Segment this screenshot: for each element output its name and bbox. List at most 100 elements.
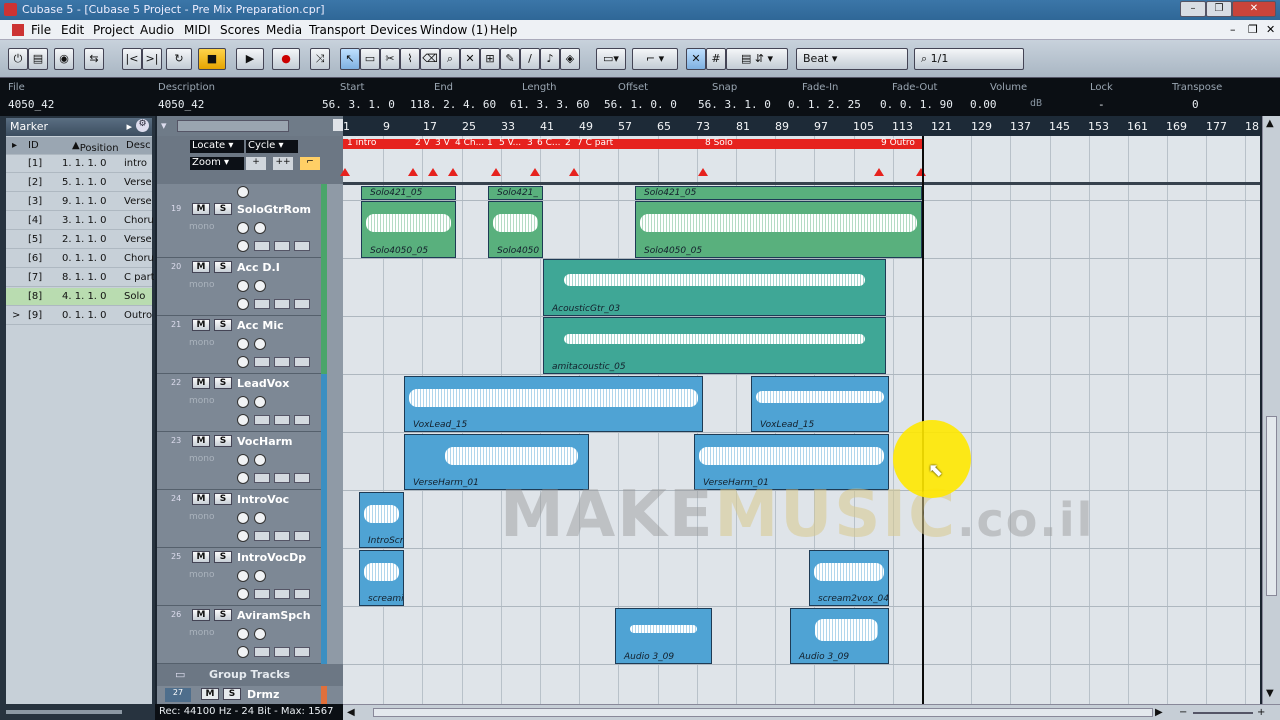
monitor-icon[interactable] — [254, 570, 266, 582]
time-warp-tool[interactable]: ⊞ — [480, 48, 500, 70]
marker-panel-menu-icon[interactable]: ⚙ — [136, 119, 149, 132]
doc-close-button[interactable]: ✕ — [1266, 23, 1275, 36]
close-button[interactable]: ✕ — [1232, 1, 1276, 17]
info-lock-value[interactable]: - — [1098, 98, 1105, 111]
menu-transport[interactable]: Transport — [309, 23, 365, 37]
split-tool[interactable]: ✂ — [380, 48, 400, 70]
menu-audio[interactable]: Audio — [140, 23, 174, 37]
edit-channel-icon[interactable] — [237, 588, 249, 600]
track-row[interactable]: 20 M S Acc D.I mono — [157, 258, 327, 316]
track-row[interactable]: 24 M S IntroVoc mono — [157, 490, 327, 548]
solo-button[interactable]: S — [214, 493, 232, 505]
cycle-button[interactable]: ↻ — [166, 48, 192, 70]
monitor-icon[interactable] — [254, 628, 266, 640]
marker-triangle[interactable] — [530, 168, 540, 176]
scroll-left-icon[interactable]: ◀ — [347, 707, 355, 718]
group-track-drmz[interactable]: 27 M S Drmz — [157, 686, 343, 704]
record-enable-icon[interactable] — [237, 280, 249, 292]
record-button[interactable]: ● — [272, 48, 300, 70]
audio-event[interactable]: amitacoustic_05 — [543, 317, 886, 374]
marker-triangle[interactable] — [874, 168, 884, 176]
marker-row[interactable]: [2] 5. 1. 1. 0 Verse — [6, 174, 152, 192]
go-to-next-marker-button[interactable]: >| — [142, 48, 162, 70]
draw-tool[interactable]: ✎ — [500, 48, 520, 70]
solo-button[interactable]: S — [223, 688, 241, 700]
audio-event[interactable]: VoxLead_15 — [751, 376, 889, 432]
marker-triangle[interactable] — [340, 168, 350, 176]
write-automation-button[interactable] — [274, 473, 290, 483]
mute-tool[interactable]: ✕ — [460, 48, 480, 70]
track-row[interactable]: 23 M S VocHarm mono — [157, 432, 327, 490]
audio-event[interactable]: Solo421_ — [488, 186, 543, 200]
track-name[interactable]: Acc D.I — [237, 261, 280, 274]
read-automation-button[interactable] — [254, 299, 270, 309]
marker-row[interactable]: [7] 8. 1. 1. 0 C part — [6, 269, 154, 287]
track-name[interactable]: AviramSpch — [237, 609, 311, 622]
track-row[interactable]: 22 M S LeadVox mono — [157, 374, 327, 432]
record-enable-icon[interactable] — [237, 454, 249, 466]
vertical-scroll-thumb[interactable] — [1266, 416, 1277, 596]
range-selection-tool[interactable]: ▭ — [360, 48, 380, 70]
lanes-button[interactable] — [294, 415, 310, 425]
menu-project[interactable]: Project — [93, 23, 134, 37]
write-automation-button[interactable] — [274, 589, 290, 599]
edit-channel-icon[interactable] — [237, 186, 249, 198]
record-enable-icon[interactable] — [237, 396, 249, 408]
doc-minimize-button[interactable]: – — [1230, 23, 1236, 36]
record-enable-icon[interactable] — [237, 338, 249, 350]
monitor-icon[interactable] — [254, 454, 266, 466]
read-automation-button[interactable] — [254, 473, 270, 483]
lanes-button[interactable] — [294, 589, 310, 599]
lanes-button[interactable] — [294, 241, 310, 251]
doc-restore-button[interactable]: ❐ — [1248, 23, 1258, 36]
marker-lock-icon[interactable]: ⌐ — [300, 157, 320, 170]
record-enable-icon[interactable] — [237, 570, 249, 582]
inspector-scrollbar[interactable] — [6, 710, 122, 714]
write-automation-button[interactable] — [274, 299, 290, 309]
vertical-scrollbar[interactable]: ▲ ▼ — [1262, 116, 1280, 704]
marker-row[interactable]: [6] 0. 1. 1. 0 Chorus — [6, 250, 154, 268]
marker-triangle[interactable] — [916, 168, 926, 176]
edit-channel-icon[interactable] — [237, 298, 249, 310]
sort-icon[interactable]: ▸ — [12, 140, 17, 151]
marker-panel-expand-icon[interactable]: ▸ — [126, 120, 132, 133]
marker-row[interactable]: [3] 9. 1. 1. 0 Verse — [6, 193, 152, 211]
audio-event[interactable]: Solo421_05 — [635, 186, 922, 200]
audio-event[interactable]: Solo4050_05 — [361, 201, 456, 258]
track-name[interactable]: LeadVox — [237, 377, 289, 390]
monitor-icon[interactable] — [254, 222, 266, 234]
menu-file[interactable]: File — [31, 23, 51, 37]
mute-button[interactable]: M — [201, 688, 219, 700]
track-name[interactable]: Acc Mic — [237, 319, 284, 332]
track-list-toggle-icon[interactable] — [333, 119, 343, 131]
add-marker-button[interactable]: + — [246, 157, 266, 170]
solo-button[interactable]: S — [214, 609, 232, 621]
scroll-right-icon[interactable]: ▶ — [1155, 707, 1163, 718]
lanes-button[interactable] — [294, 299, 310, 309]
folder-icon[interactable]: ▭ — [175, 668, 185, 681]
lanes-button[interactable] — [294, 357, 310, 367]
monitor-icon[interactable] — [254, 338, 266, 350]
mute-button[interactable]: M — [192, 377, 210, 389]
info-fadein-value[interactable]: 0. 1. 2. 25 — [788, 98, 861, 111]
solo-button[interactable]: S — [214, 203, 232, 215]
snap-type-select[interactable]: Beat ▾ — [796, 48, 908, 70]
solo-button[interactable]: S — [214, 319, 232, 331]
play-button[interactable]: ▶ — [236, 48, 264, 70]
marker-col-desc[interactable]: Desc — [126, 140, 151, 151]
snap-toggle[interactable]: ✕ — [686, 48, 706, 70]
marker-row[interactable]: > [9] 0. 1. 1. 0 Outro — [6, 307, 152, 325]
edit-channel-icon[interactable] — [237, 646, 249, 658]
lanes-button[interactable] — [294, 473, 310, 483]
menu-devices[interactable]: Devices — [370, 23, 417, 37]
edit-channel-icon[interactable] — [237, 472, 249, 484]
minimize-button[interactable]: – — [1180, 1, 1206, 17]
locate-select[interactable]: Locate ▾ — [190, 140, 244, 153]
go-to-previous-marker-button[interactable]: |< — [122, 48, 142, 70]
audio-event[interactable]: IntroScr — [359, 492, 404, 548]
info-snap-value[interactable]: 56. 3. 1. 0 — [698, 98, 771, 111]
marker-col-position[interactable]: ▲ Position — [72, 140, 119, 154]
zoom-select[interactable]: Zoom ▾ — [190, 157, 244, 170]
audio-event[interactable]: Audio 3_09 — [615, 608, 712, 664]
audio-event[interactable]: VoxLead_15 — [404, 376, 703, 432]
